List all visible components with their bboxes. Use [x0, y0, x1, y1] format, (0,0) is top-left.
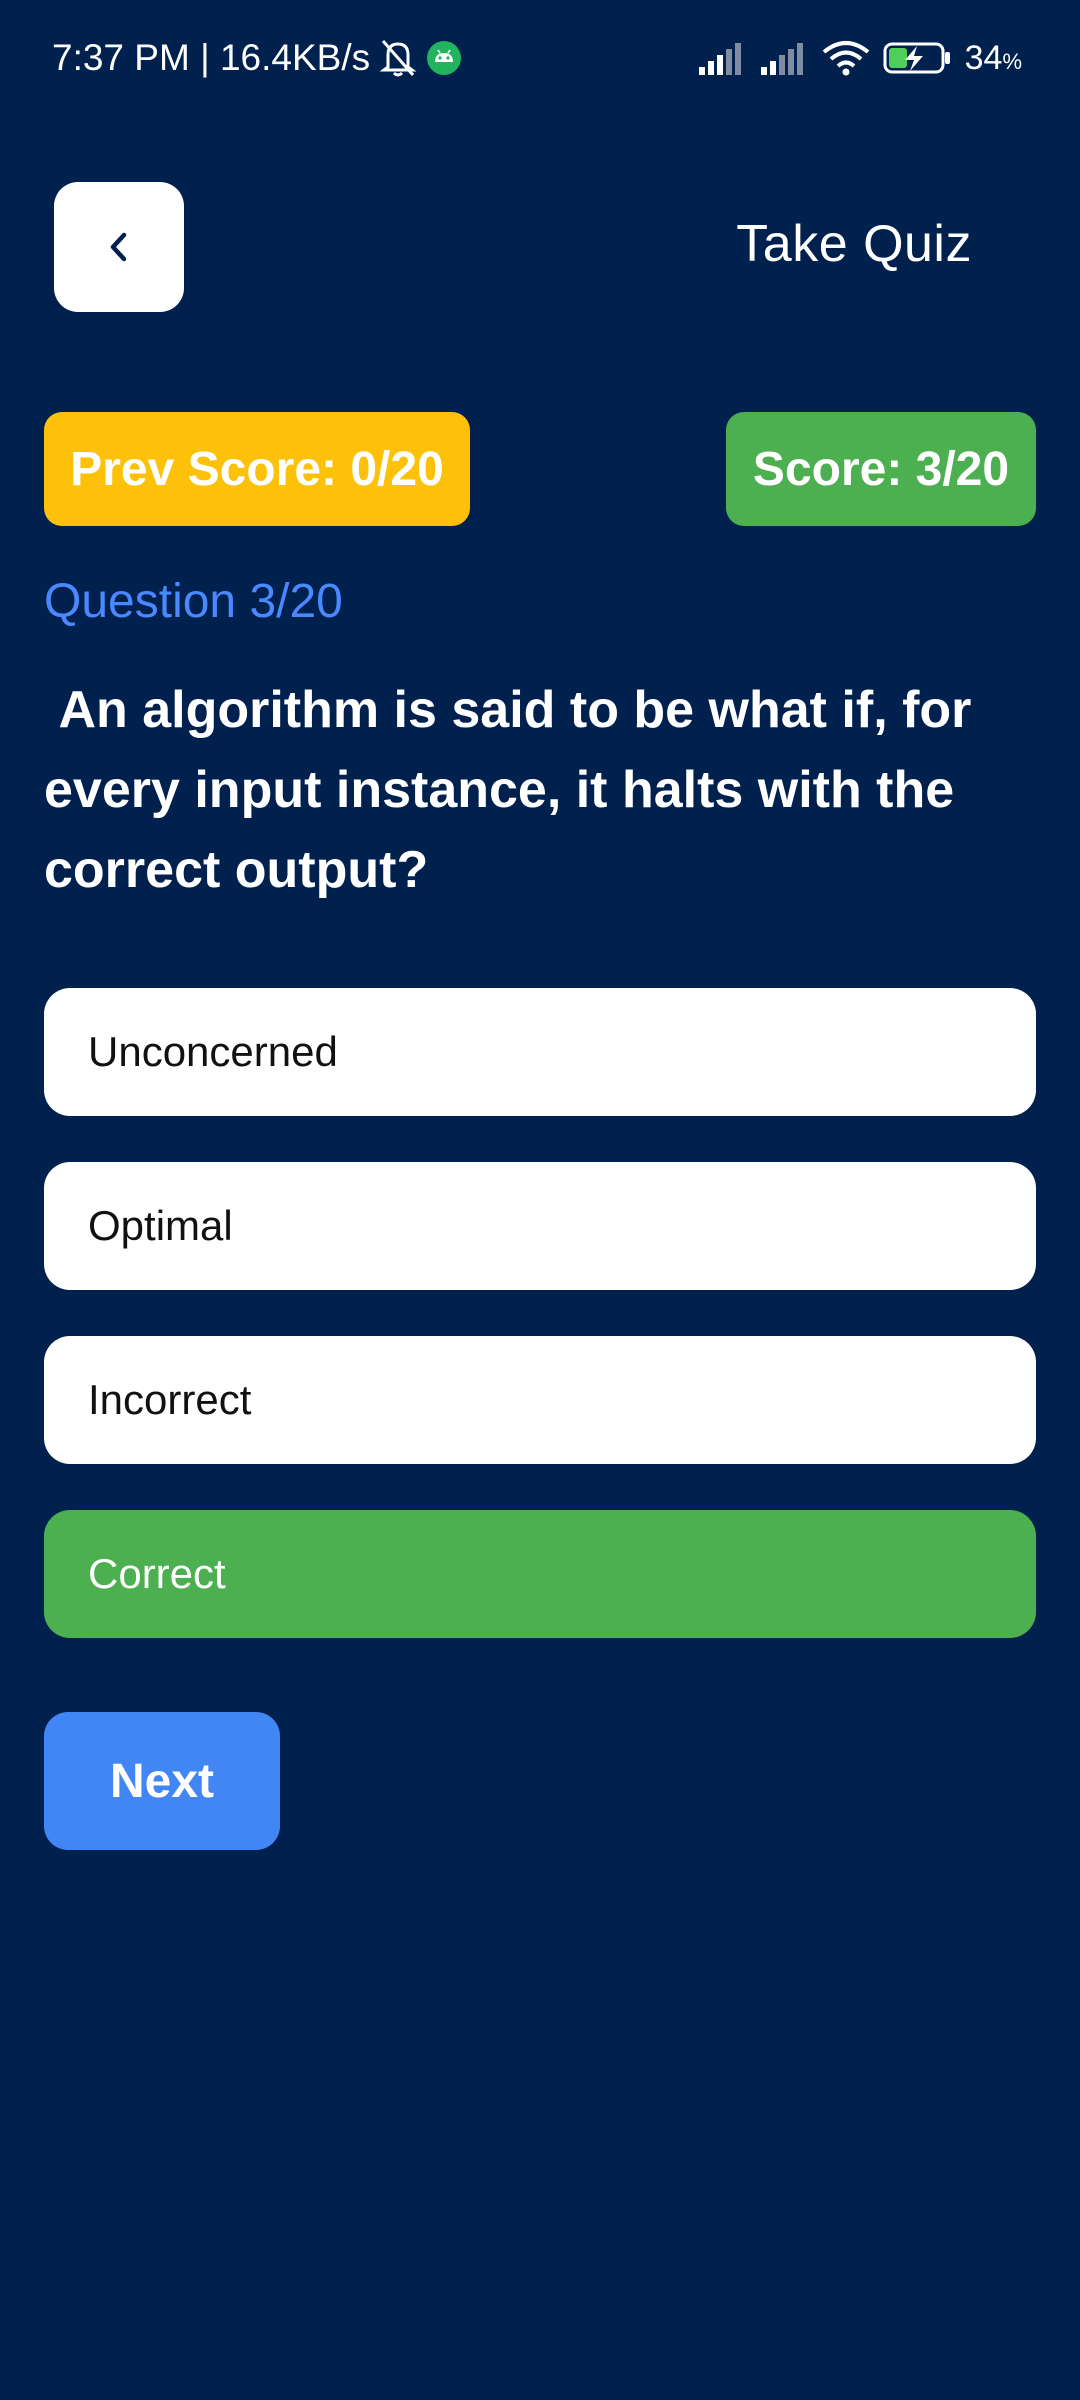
- status-right: 34%: [697, 30, 1022, 86]
- option-incorrect[interactable]: Incorrect: [44, 1336, 1036, 1464]
- next-button[interactable]: Next: [44, 1712, 280, 1850]
- status-bar: 7:37 PM | 16.4KB/s 34%: [0, 0, 1080, 116]
- status-left: 7:37 PM | 16.4KB/s: [52, 30, 462, 86]
- battery-percent: 34%: [965, 39, 1022, 78]
- option-correct[interactable]: Correct: [44, 1510, 1036, 1638]
- wifi-icon: [821, 40, 871, 76]
- question-text: An algorithm is said to be what if, for …: [44, 681, 986, 899]
- chevron-left-icon: [104, 227, 134, 267]
- battery-unit: %: [1002, 48, 1022, 74]
- battery-percent-value: 34: [964, 38, 1003, 77]
- prev-score-badge: Prev Score: 0/20: [44, 412, 470, 526]
- current-score-badge: Score: 3/20: [726, 412, 1036, 526]
- back-button[interactable]: [54, 182, 184, 312]
- question-counter: Question 3/20: [44, 575, 343, 628]
- option-unconcerned[interactable]: Unconcerned: [44, 988, 1036, 1116]
- signal-2-icon: [759, 41, 809, 75]
- battery-charging-icon: [883, 41, 953, 75]
- status-time-speed: 7:37 PM | 16.4KB/s: [52, 37, 371, 78]
- android-icon: [426, 40, 462, 76]
- page-title: Take Quiz: [736, 215, 972, 273]
- answer-options: Unconcerned Optimal Incorrect Correct: [44, 988, 1036, 1684]
- signal-1-icon: [697, 41, 747, 75]
- bell-muted-icon: [378, 37, 418, 79]
- option-optimal[interactable]: Optimal: [44, 1162, 1036, 1290]
